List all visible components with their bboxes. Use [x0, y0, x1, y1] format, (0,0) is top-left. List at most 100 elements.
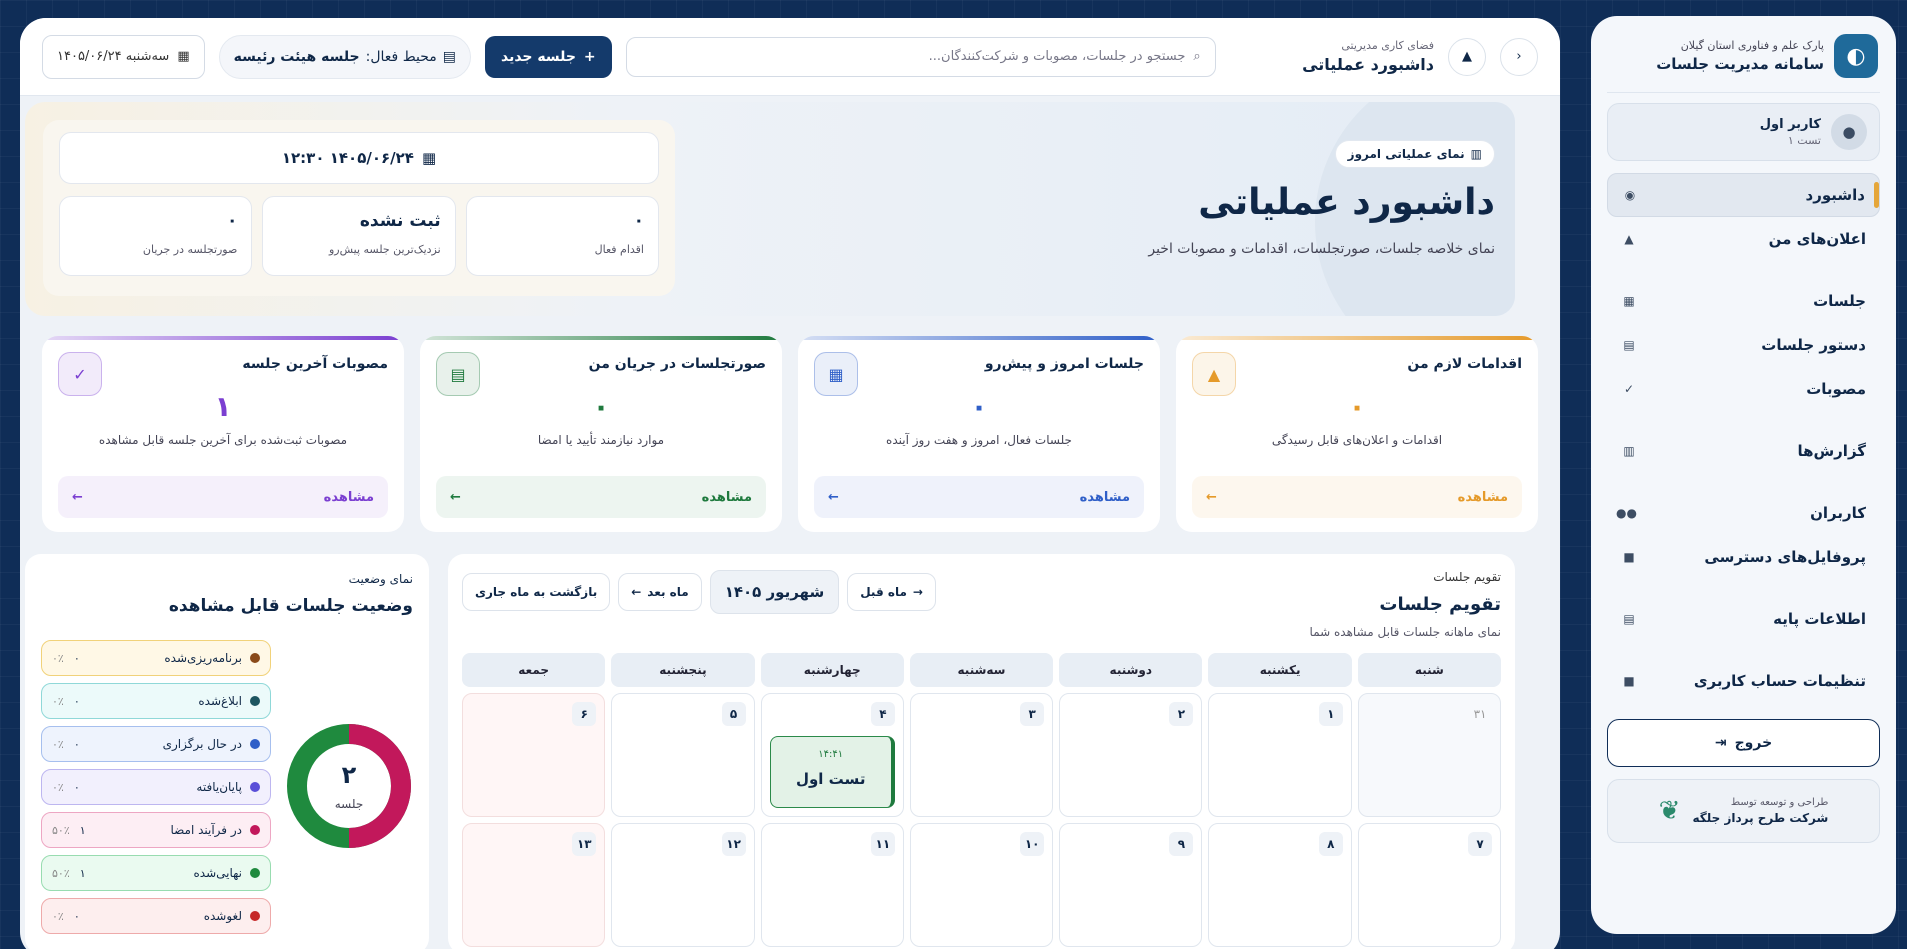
sidebar-item-resolutions[interactable]: مصوبات ✓	[1607, 367, 1880, 411]
status-percent: ۰٪	[52, 651, 64, 665]
sidebar-item-label: مصوبات	[1806, 380, 1866, 398]
weekday-header: پنجشنبه	[611, 653, 755, 687]
logout-button[interactable]: خروج ⇥	[1607, 719, 1880, 767]
status-legend-item: برنامه‌ریزی‌شده ۰٪ ۰	[41, 640, 271, 676]
status-legend-item: در فرآیند امضا ۵۰٪ ۱	[41, 812, 271, 848]
sidebar-item-label: تنظیمات حساب کاربری	[1693, 672, 1866, 690]
calendar-day[interactable]: ۱۱	[760, 823, 904, 947]
page-description: نمای خلاصه جلسات، صورتجلسات، اقدامات و م…	[1148, 241, 1495, 257]
card-view-button[interactable]: مشاهده ←	[436, 476, 766, 518]
user-subtitle: تست ۱	[1787, 134, 1821, 147]
calendar-day[interactable]: ۱۳	[462, 823, 606, 947]
calendar-day[interactable]: ۲	[1059, 693, 1203, 817]
notifications-button[interactable]: ▲	[1448, 37, 1486, 76]
calendar-day[interactable]: ۹	[1059, 823, 1203, 947]
status-percent: ۰٪	[52, 737, 64, 751]
search-input[interactable]: ⌕ جستجو در جلسات، مصوبات و شرکت‌کنندگان.…	[625, 36, 1216, 77]
calendar-description: نمای ماهانه جلسات قابل مشاهده شما	[1309, 625, 1501, 639]
arrow-right-icon: →	[912, 585, 923, 599]
sidebar-item-dashboard[interactable]: داشبورد ◉	[1607, 173, 1880, 217]
sidebar-item-agendas[interactable]: دستور جلسات ▤	[1607, 323, 1880, 367]
sidebar-item-base-info[interactable]: اطلاعات پایه ▤	[1607, 597, 1880, 641]
calendar-day[interactable]: ۱۲	[611, 823, 755, 947]
calendar-day[interactable]: ۱۰	[909, 823, 1054, 947]
back-to-current-month-button[interactable]: بازگشت به ماه جاری	[462, 573, 611, 611]
sidebar-item-label: گزارش‌ها	[1797, 442, 1866, 460]
stat-minutes-in-progress: ۰ صورتجلسه در جریان	[59, 196, 253, 276]
card-description: جلسات فعال، امروز و هفت روز آینده	[886, 433, 1072, 447]
sidebar-item-users[interactable]: کاربران ●●	[1607, 491, 1880, 535]
status-percent: ۵۰٪	[52, 823, 70, 837]
arrow-left-icon: ←	[450, 489, 461, 505]
developer-card: طراحی و توسعه توسط شرکت طرح پرداز جلگه ❦	[1607, 779, 1880, 843]
current-date-pill: ▦ سه‌شنبه ۱۴۰۵/۰۶/۲۴	[42, 34, 205, 79]
new-meeting-button[interactable]: + جلسه جدید	[484, 35, 612, 78]
status-count: ۰	[73, 694, 80, 708]
active-environment-selector[interactable]: ▤ محیط فعال: جلسه هیئت رئیسه	[218, 34, 471, 79]
day-number: ۱۳	[572, 832, 597, 856]
status-subtitle: نمای وضعیت	[348, 572, 413, 586]
card-title: اقدامات لازم من	[1407, 356, 1522, 372]
summary-card: مصوبات آخرین جلسه ✓ ۱ مصوبات ثبت‌شده برای آ…	[42, 336, 404, 532]
status-dot	[250, 825, 260, 835]
calendar-day[interactable]: ۷	[1357, 823, 1501, 947]
next-month-button[interactable]: ماه بعد ←	[618, 573, 702, 611]
calendar-navigation: بازگشت به ماه جاری ماه بعد ← شهریور ۱۴۰۵ …	[462, 570, 936, 614]
sidebar-item-reports[interactable]: گزارش‌ها ▥	[1607, 429, 1880, 473]
calendar-day[interactable]: ۸	[1208, 823, 1352, 947]
user-card[interactable]: ● کاربر اول تست ۱	[1607, 103, 1880, 161]
document-icon: ▤	[436, 352, 480, 396]
park-logo-icon: ◐	[1834, 34, 1878, 78]
card-view-button[interactable]: مشاهده ←	[814, 476, 1144, 518]
users-icon: ●●	[1616, 506, 1637, 520]
brand: ◐ پارک علم و فناوری استان گیلان سامانه م…	[1607, 30, 1880, 93]
prev-month-button[interactable]: → ماه قبل	[847, 573, 936, 611]
check-icon: ✓	[1623, 382, 1635, 396]
calendar-day[interactable]: ۴ ۱۴:۴۱ تست اول	[760, 693, 904, 817]
stat-label: اقدام فعال	[594, 243, 644, 256]
card-view-button[interactable]: مشاهده ←	[58, 476, 388, 518]
workspace-title: داشبورد عملیاتی	[1302, 55, 1434, 74]
document-icon: ▤	[1623, 612, 1635, 626]
arrow-left-icon: ←	[631, 585, 642, 599]
meeting-status-panel: نمای وضعیت وضعیت جلسات قابل مشاهده برنام…	[25, 554, 429, 949]
calendar-day[interactable]: ۱	[1208, 693, 1352, 817]
meeting-calendar: تقویم جلسات تقویم جلسات نمای ماهانه جلسا…	[448, 554, 1515, 949]
hero-summary-panel: ▦ ۱۴۰۵/۰۶/۲۴ ۱۲:۳۰ ۰ اقدام فعال ثبت نشده…	[43, 120, 675, 296]
env-label: محیط فعال:	[365, 48, 437, 65]
day-number: ۷	[1468, 832, 1492, 856]
calendar-day[interactable]: ۵	[611, 693, 755, 817]
stat-next-meeting: ثبت نشده نزدیک‌ترین جلسه پیش‌رو	[262, 196, 456, 276]
brand-subtitle: پارک علم و فناوری استان گیلان	[1680, 39, 1824, 52]
card-view-label: مشاهده	[323, 489, 374, 505]
collapse-sidebar-button[interactable]: ‹	[1500, 37, 1538, 76]
hero-pill: ▥ نمای عملیاتی امروز	[1334, 140, 1495, 168]
weekday-header: شنبه	[1357, 653, 1501, 687]
sidebar-item-meetings[interactable]: جلسات ▦	[1607, 279, 1880, 323]
calendar-icon: ▦	[421, 149, 437, 167]
sidebar-item-notifications[interactable]: اعلان‌های من ▲	[1607, 217, 1880, 261]
sidebar-item-access-profiles[interactable]: پروفایل‌های دسترسی ■	[1607, 535, 1880, 579]
calendar-day[interactable]: ۳	[909, 693, 1054, 817]
status-title: وضعیت جلسات قابل مشاهده	[168, 596, 413, 616]
status-legend: برنامه‌ریزی‌شده ۰٪ ۰ ابلاغ‌شده ۰٪ ۰ در حال برگ…	[41, 640, 271, 941]
sidebar-item-label: کاربران	[1810, 504, 1866, 522]
check-icon: ✓	[58, 352, 102, 396]
calendar-day[interactable]: ۶	[462, 693, 606, 817]
status-dot	[250, 653, 260, 663]
card-view-button[interactable]: مشاهده ←	[1192, 476, 1522, 518]
chart-icon: ▥	[1623, 444, 1635, 458]
card-view-label: مشاهده	[701, 489, 752, 505]
calendar-day[interactable]: ۳۱	[1357, 693, 1501, 817]
calendar-grid: شنبه یکشنبه دوشنبه سه‌شنبه چهارشنبه پنجشنبه جم…	[462, 653, 1501, 947]
status-count: ۱	[79, 823, 86, 837]
day-number: ۱۰	[1020, 832, 1045, 856]
arrow-left-icon: ←	[828, 489, 839, 505]
card-value: ۰	[592, 390, 610, 423]
calendar-event[interactable]: ۱۴:۴۱ تست اول	[769, 736, 895, 808]
new-meeting-label: جلسه جدید	[500, 48, 576, 65]
sidebar-item-account-settings[interactable]: تنظیمات حساب کاربری ■	[1607, 659, 1880, 703]
topbar: ‹ ▲ فضای کاری مدیریتی داشبورد عملیاتی ⌕ …	[20, 18, 1560, 96]
document-icon: ▤	[1623, 338, 1635, 352]
hero-datetime: ▦ ۱۴۰۵/۰۶/۲۴ ۱۲:۳۰	[59, 132, 659, 184]
